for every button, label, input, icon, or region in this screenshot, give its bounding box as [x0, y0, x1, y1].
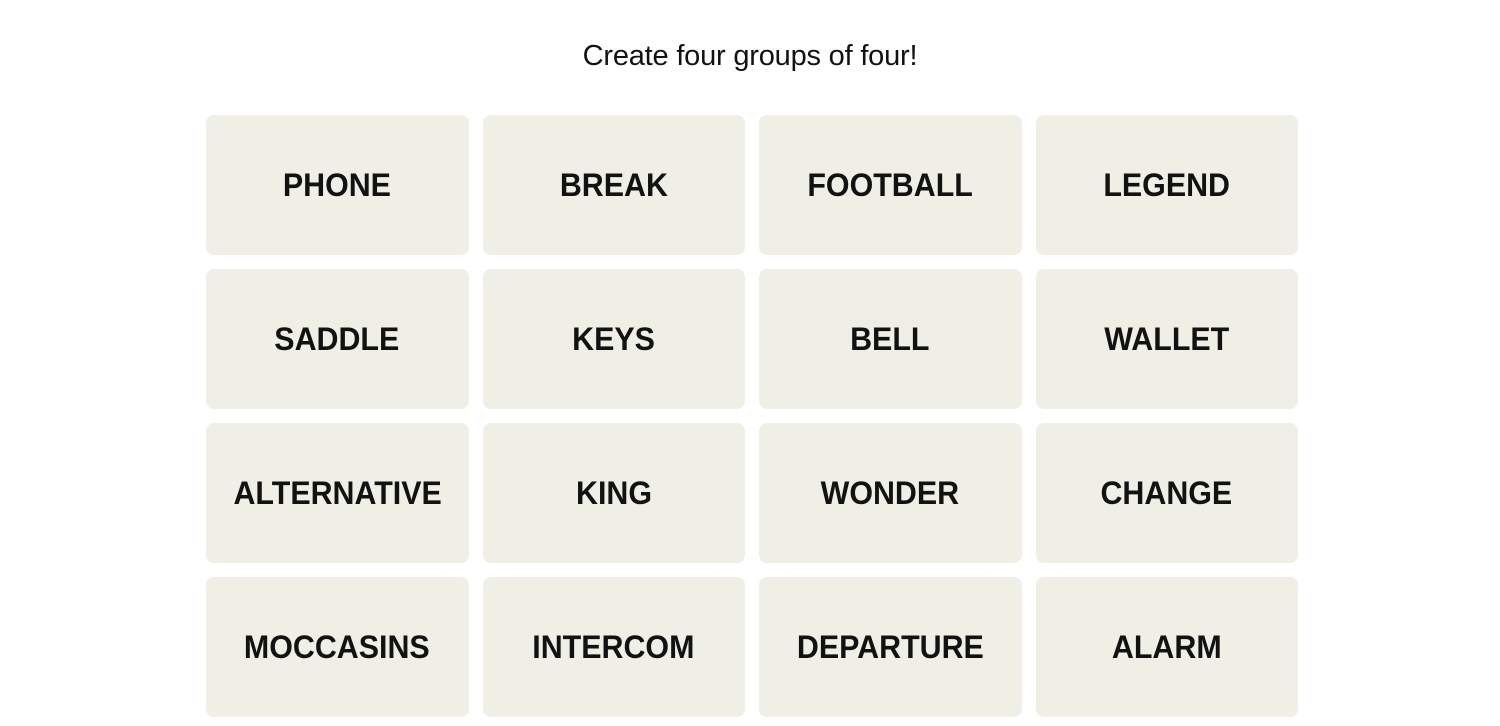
word-tile[interactable]: MOCCASINS [206, 577, 469, 717]
word-tile[interactable]: FOOTBALL [759, 115, 1022, 255]
word-tile[interactable]: KEYS [482, 269, 745, 409]
tile-word: MOCCASINS [244, 628, 431, 665]
tile-word: FOOTBALL [807, 166, 973, 203]
tile-word: ALARM [1111, 628, 1222, 665]
word-tile[interactable]: ALTERNATIVE [206, 423, 469, 563]
tile-word: SADDLE [274, 320, 400, 357]
tile-word: DEPARTURE [796, 628, 984, 665]
tile-word: BELL [850, 320, 930, 357]
word-tile[interactable]: BREAK [482, 115, 745, 255]
word-tile[interactable]: WONDER [759, 423, 1022, 563]
word-tile[interactable]: PHONE [206, 115, 469, 255]
tile-word: LEGEND [1103, 166, 1231, 203]
tile-word: WALLET [1104, 320, 1230, 357]
word-tile[interactable]: KING [482, 423, 745, 563]
tile-word: WONDER [821, 474, 960, 511]
word-tile[interactable]: DEPARTURE [759, 577, 1022, 717]
tile-word: PHONE [283, 166, 392, 203]
word-tile[interactable]: ALARM [1035, 577, 1298, 717]
tile-word: CHANGE [1100, 474, 1233, 511]
word-tile[interactable]: SADDLE [206, 269, 469, 409]
word-tile[interactable]: WALLET [1035, 269, 1298, 409]
word-tile[interactable]: INTERCOM [482, 577, 745, 717]
tile-word: INTERCOM [532, 628, 695, 665]
tile-word: KEYS [572, 320, 656, 357]
tile-word: BREAK [559, 166, 668, 203]
word-grid: PHONE BREAK FOOTBALL LEGEND SADDLE KEYS … [206, 115, 1298, 717]
word-tile[interactable]: BELL [759, 269, 1022, 409]
word-tile[interactable]: CHANGE [1035, 423, 1298, 563]
tile-word: ALTERNATIVE [233, 474, 442, 511]
tile-word: KING [575, 474, 652, 511]
game-instructions: Create four groups of four! [582, 40, 918, 72]
word-tile[interactable]: LEGEND [1035, 115, 1298, 255]
